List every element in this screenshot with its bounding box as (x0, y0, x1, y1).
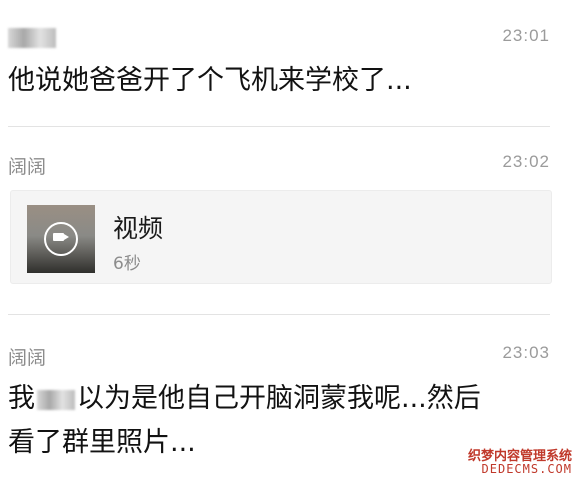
watermark-line-2: DEDECMS.COM (481, 462, 572, 476)
message-text-rest: 以为是他自己开脑洞蒙我呢...然后 (77, 383, 481, 414)
message-text: 他说她爸爸开了个飞机来学校了... (8, 65, 412, 96)
message-text-line-1: 我 以为是他自己开脑洞蒙我呢...然后 (8, 376, 481, 422)
sender-name: 阔阔 (8, 156, 47, 178)
video-message-card[interactable]: 视频 6秒 (10, 190, 552, 284)
message-text-prefix: 我 (8, 383, 35, 414)
video-title: 视频 (113, 214, 164, 243)
video-camera-icon (53, 233, 69, 241)
message-divider (8, 314, 550, 315)
video-thumbnail[interactable] (27, 205, 95, 273)
blurred-word-redaction (37, 389, 75, 410)
message-divider (8, 126, 550, 127)
sender-name: 阔阔 (8, 347, 47, 369)
message-time: 23:01 (502, 26, 550, 45)
message-time: 23:03 (502, 343, 550, 362)
sender-name-blurred (8, 26, 56, 48)
message-time: 23:02 (502, 152, 550, 171)
message-text-line-2: 看了群里照片... (8, 427, 196, 458)
blurred-name-redaction (8, 27, 56, 48)
video-duration: 6秒 (113, 254, 141, 274)
